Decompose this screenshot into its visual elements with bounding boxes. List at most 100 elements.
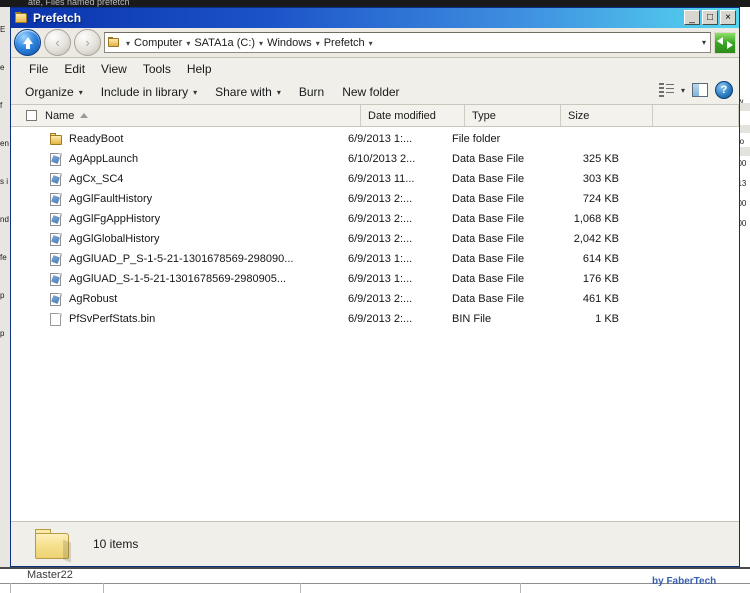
background-text-fragment: e: [0, 63, 5, 72]
file-size-cell: 724 KB: [582, 193, 619, 205]
table-row[interactable]: AgGlFaultHistory 6/9/2013 2:... Data Base …: [11, 189, 739, 209]
close-button[interactable]: ×: [720, 10, 736, 25]
address-folder-icon: [108, 37, 120, 48]
minimize-icon: _: [689, 13, 695, 24]
address-dropdown-icon[interactable]: ▾: [702, 39, 706, 47]
breadcrumb-computer[interactable]: Computer: [133, 37, 183, 49]
view-chevron-down-icon[interactable]: ▾: [681, 86, 685, 95]
file-type-cell: Data Base File: [452, 253, 525, 265]
table-row[interactable]: AgGlUAD_P_S-1-5-21-1301678569-298090... 6…: [11, 249, 739, 269]
file-size-cell: 614 KB: [582, 253, 619, 265]
window-titlebar: Prefetch _ □ ×: [11, 8, 739, 28]
folder-icon: [15, 12, 28, 24]
file-name-cell[interactable]: AgGlFgAppHistory: [21, 212, 341, 226]
organize-button[interactable]: Organize ▾: [25, 85, 83, 99]
back-button[interactable]: ‹: [44, 29, 71, 56]
chevron-down-icon: ▾: [276, 88, 281, 97]
file-name-label: AgAppLaunch: [69, 153, 139, 165]
burn-button[interactable]: Burn: [299, 85, 324, 99]
file-name-cell[interactable]: AgGlFaultHistory: [21, 192, 341, 206]
breadcrumb-sep-4[interactable]: ▾: [366, 39, 376, 48]
refresh-button[interactable]: [714, 31, 736, 54]
table-row[interactable]: AgGlFgAppHistory 6/9/2013 2:... Data Base …: [11, 209, 739, 229]
breadcrumb-prefetch[interactable]: Prefetch: [323, 37, 366, 49]
file-type-cell: Data Base File: [452, 193, 525, 205]
column-header-date-modified[interactable]: Date modified: [361, 105, 465, 126]
menu-view[interactable]: View: [95, 60, 137, 78]
include-in-library-label: Include in library: [100, 84, 189, 99]
file-name-label: AgRobust: [69, 293, 118, 305]
file-name-cell[interactable]: AgGlUAD_S-1-5-21-1301678569-2980905...: [21, 272, 341, 286]
include-in-library-button[interactable]: Include in library ▾: [101, 85, 197, 99]
file-date-cell: 6/9/2013 2:...: [348, 193, 413, 205]
column-header-size[interactable]: Size: [561, 105, 653, 126]
file-type-cell: Data Base File: [452, 273, 525, 285]
database-file-icon: [49, 232, 63, 246]
database-file-icon: [49, 252, 63, 266]
bottom-tick: [10, 583, 11, 593]
help-icon[interactable]: ?: [715, 81, 733, 99]
up-button[interactable]: [14, 29, 41, 56]
table-row[interactable]: AgGlGlobalHistory 6/9/2013 2:... Data Base…: [11, 229, 739, 249]
file-type-cell: Data Base File: [452, 173, 525, 185]
file-size-cell: 325 KB: [582, 153, 619, 165]
file-date-cell: 6/10/2013 2...: [348, 153, 416, 165]
background-text-fragment: nd: [0, 215, 9, 224]
file-name-cell[interactable]: AgAppLaunch: [21, 152, 341, 166]
maximize-button[interactable]: □: [702, 10, 718, 25]
file-list[interactable]: ReadyBoot 6/9/2013 1:... File folder AgAppL…: [11, 127, 739, 521]
bottom-tick: [520, 583, 521, 593]
background-text-fragment: p: [0, 329, 5, 338]
organize-label: Organize: [25, 84, 74, 99]
share-with-button[interactable]: Share with ▾: [215, 85, 281, 99]
file-size-cell: 1,068 KB: [573, 213, 619, 225]
menu-help[interactable]: Help: [181, 60, 222, 78]
file-name-cell[interactable]: PfSvPerfStats.bin: [21, 312, 341, 326]
breadcrumb-sep-0[interactable]: ▾: [123, 39, 133, 48]
menu-file[interactable]: File: [23, 60, 58, 78]
preview-pane-icon[interactable]: [692, 83, 708, 97]
address-bar[interactable]: ▾ Computer ▾ SATA1a (C:) ▾ Windows ▾ Pre…: [104, 32, 711, 53]
table-row[interactable]: AgCx_SC4 6/9/2013 11... Data Base File 303 …: [11, 169, 739, 189]
background-text-fragment: E: [0, 25, 6, 34]
sort-ascending-icon: [80, 113, 89, 118]
select-all-checkbox[interactable]: [21, 105, 41, 126]
table-row[interactable]: AgAppLaunch 6/10/2013 2... Data Base File 3…: [11, 149, 739, 169]
forward-arrow-icon: ›: [85, 35, 90, 50]
table-row[interactable]: ReadyBoot 6/9/2013 1:... File folder: [11, 129, 739, 149]
column-header-name[interactable]: Name: [41, 105, 361, 126]
column-header-type[interactable]: Type: [465, 105, 561, 126]
chevron-down-icon: ▾: [193, 88, 198, 97]
table-row[interactable]: AgGlUAD_S-1-5-21-1301678569-2980905... 6/…: [11, 269, 739, 289]
column-header-extra[interactable]: [653, 105, 739, 126]
file-name-label: AgCx_SC4: [69, 173, 124, 185]
breadcrumb-sep-2[interactable]: ▾: [256, 39, 266, 48]
column-header-date-label: Date modified: [368, 109, 436, 122]
file-name-cell[interactable]: AgRobust: [21, 292, 341, 306]
breadcrumb-sep-1[interactable]: ▾: [183, 39, 193, 48]
file-name-label: AgGlFaultHistory: [69, 193, 153, 205]
explorer-window: Prefetch _ □ × ‹ › ▾ Computer ▾ SATA1a (…: [10, 7, 740, 567]
view-options-icon[interactable]: [658, 83, 674, 97]
new-folder-button[interactable]: New folder: [342, 85, 399, 99]
file-name-cell[interactable]: AgGlUAD_P_S-1-5-21-1301678569-298090...: [21, 252, 341, 266]
menu-tools[interactable]: Tools: [137, 60, 181, 78]
table-row[interactable]: PfSvPerfStats.bin 6/9/2013 2:... BIN File 1…: [11, 309, 739, 329]
database-file-icon: [49, 172, 63, 186]
file-name-label: PfSvPerfStats.bin: [69, 313, 156, 325]
breadcrumb-sep-3[interactable]: ▾: [313, 39, 323, 48]
menu-edit[interactable]: Edit: [58, 60, 95, 78]
table-row[interactable]: AgRobust 6/9/2013 2:... Data Base File 461 …: [11, 289, 739, 309]
breadcrumb-sata1a[interactable]: SATA1a (C:): [193, 37, 256, 49]
file-name-cell[interactable]: AgGlGlobalHistory: [21, 232, 341, 246]
minimize-button[interactable]: _: [684, 10, 700, 25]
file-name-cell[interactable]: ReadyBoot: [21, 132, 341, 146]
column-header-name-label: Name: [45, 109, 75, 122]
file-date-cell: 6/9/2013 2:...: [348, 213, 413, 225]
file-name-cell[interactable]: AgCx_SC4: [21, 172, 341, 186]
breadcrumb-windows[interactable]: Windows: [266, 37, 313, 49]
database-file-icon: [49, 212, 63, 226]
file-name-label: AgGlFgAppHistory: [69, 213, 161, 225]
forward-button[interactable]: ›: [74, 29, 101, 56]
bottom-tick: [300, 583, 301, 593]
